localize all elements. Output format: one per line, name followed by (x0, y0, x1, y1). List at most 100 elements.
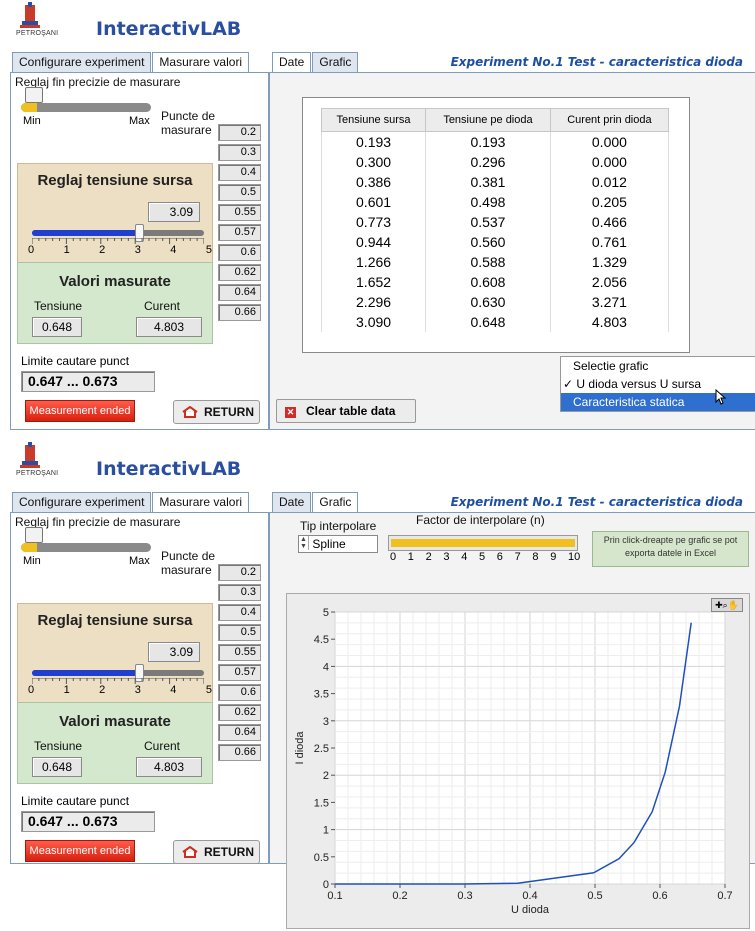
search-limits-label: Limite cautare punct (21, 794, 130, 808)
scale-label: 5 (205, 244, 212, 256)
tab-date[interactable]: Date (272, 492, 312, 512)
measure-point[interactable]: 0.5 (218, 184, 261, 201)
voltage-slider[interactable] (32, 224, 204, 242)
y-tick-label: 5 (323, 607, 329, 619)
measured-values-box: Valori masurate Tensiune Curent 0.648 4.… (17, 702, 213, 784)
voltage-value-field[interactable]: 3.09 (148, 642, 200, 662)
measured-values-title: Valori masurate (59, 273, 171, 290)
spinner-icon[interactable]: ▲ ▼ (299, 536, 309, 550)
voltage-scale-labels: 0 1 2 3 4 5 (28, 684, 212, 696)
interp-type-label: Tip interpolare (300, 519, 377, 533)
chart-frame[interactable]: ✚⌕✋ 0.1 0.2 0.3 0.4 0.5 0.6 0.7 0 0.5 1 1.5 2 2.5 3 3.… (286, 593, 750, 929)
tab-masurare-valori[interactable]: Masurare valori (152, 52, 250, 72)
chart-svg[interactable]: 0.1 0.2 0.3 0.4 0.5 0.6 0.7 0 0.5 1 1.5 2 2.5 3 3.5 4 4.… (287, 594, 747, 926)
check-icon: ✓ (563, 377, 577, 391)
interp-type-select[interactable]: ▲ ▼ Spline (298, 535, 378, 553)
return-button[interactable]: RETURN (173, 840, 260, 864)
current-label: Curent (144, 739, 181, 753)
scale-label: 1 (63, 244, 70, 256)
measure-point[interactable]: 0.66 (218, 304, 261, 321)
app-title: InteractivLAB (96, 458, 242, 480)
cell: 0.944 (320, 232, 427, 252)
measure-points-list: 0.2 0.3 0.4 0.5 0.55 0.57 0.6 0.62 0.64 … (218, 124, 261, 324)
measured-values-box: Valori masurate Tensiune Curent 0.648 4.… (17, 262, 213, 344)
return-button-label: RETURN (204, 405, 254, 419)
experiment-title: Experiment No.1 Test - caracteristica di… (450, 55, 743, 69)
voltage-readout: 0.648 (32, 317, 82, 337)
screen-table-view: PETROŞANI InteractivLAB Configurare expe… (10, 0, 755, 432)
cell: 0.588 (425, 252, 551, 272)
return-button[interactable]: RETURN (173, 400, 260, 424)
clear-table-label: Clear table data (306, 404, 396, 418)
cell: 0.608 (425, 272, 551, 292)
fine-adjust-thumb[interactable] (25, 527, 43, 543)
menu-item-selectie-grafic[interactable]: Selectie grafic (561, 357, 755, 375)
graph-tab-panel: Tip interpolare ▲ ▼ Spline Factor de inte… (269, 512, 755, 929)
measurement-ended-button[interactable]: Measurement ended (25, 400, 135, 422)
measure-point[interactable]: 0.6 (218, 244, 261, 261)
scale-label: 0 (28, 684, 35, 696)
y-tick-label: 3 (323, 716, 329, 728)
measure-point[interactable]: 0.64 (218, 284, 261, 301)
cell: 0.193 (320, 131, 427, 152)
fine-adjust-thumb[interactable] (25, 87, 43, 103)
table-row: 1.266 0.588 1.329 (320, 252, 670, 272)
table-row: 1.652 0.608 2.056 (320, 272, 670, 292)
measure-point[interactable]: 0.4 (218, 164, 261, 181)
table-row: 3.090 0.648 4.803 (320, 312, 670, 332)
tab-configurare-experiment[interactable]: Configurare experiment (12, 52, 152, 72)
measure-point[interactable]: 0.55 (218, 644, 261, 661)
cell: 1.652 (320, 272, 427, 292)
logo-text: PETROŞANI (16, 30, 59, 37)
voltage-adjust-title: Reglaj tensiune sursa (37, 612, 193, 629)
cell: 4.803 (549, 312, 670, 332)
measure-point[interactable]: 0.64 (218, 724, 261, 741)
measure-point[interactable]: 0.62 (218, 704, 261, 721)
scale-label: 1 (63, 684, 70, 696)
voltage-slider-fill (32, 670, 139, 676)
cell: 2.056 (549, 272, 670, 292)
interp-factor-tick-label: 1 (407, 551, 414, 563)
university-logo-icon (20, 2, 40, 28)
measure-point[interactable]: 0.2 (218, 564, 261, 581)
graph-tools-icon[interactable]: ✚⌕✋ (711, 598, 743, 612)
fine-adjust-slider[interactable] (21, 103, 151, 112)
interp-factor-slider[interactable] (388, 535, 578, 551)
measure-point[interactable]: 0.66 (218, 744, 261, 761)
x-tick-label: 0.6 (652, 890, 667, 902)
measure-point[interactable]: 0.5 (218, 624, 261, 641)
table-header: Curent prin dioda (549, 108, 670, 132)
cell: 0.000 (549, 131, 670, 152)
table-header: Tensiune sursa (320, 108, 427, 132)
measure-point[interactable]: 0.6 (218, 684, 261, 701)
measurement-ended-button[interactable]: Measurement ended (25, 840, 135, 862)
tab-grafic[interactable]: Grafic (312, 492, 359, 512)
tab-date[interactable]: Date (272, 52, 312, 72)
mouse-cursor-icon (715, 389, 727, 405)
voltage-value-field[interactable]: 3.09 (148, 202, 200, 222)
data-tab-panel: Tensiune sursa Tensiune pe dioda Curent … (269, 72, 755, 430)
measure-point[interactable]: 0.4 (218, 604, 261, 621)
fine-max-label: Max (129, 115, 150, 127)
voltage-scale-labels: 0 1 2 3 4 5 (28, 244, 212, 256)
tab-masurare-valori[interactable]: Masurare valori (152, 492, 250, 512)
y-tick-label: 2 (323, 770, 329, 782)
measure-point[interactable]: 0.3 (218, 144, 261, 161)
measure-point[interactable]: 0.62 (218, 264, 261, 281)
voltage-label: Tensiune (34, 299, 83, 313)
tab-configurare-experiment[interactable]: Configurare experiment (12, 492, 152, 512)
interp-factor-tick-label: 7 (514, 551, 521, 563)
fine-adjust-slider[interactable] (21, 543, 151, 552)
measure-point[interactable]: 0.57 (218, 664, 261, 681)
table-row: 0.193 0.193 0.000 (320, 131, 670, 152)
measure-point[interactable]: 0.3 (218, 584, 261, 601)
measure-point[interactable]: 0.57 (218, 224, 261, 241)
measure-point[interactable]: 0.2 (218, 124, 261, 141)
cell: 0.761 (549, 232, 670, 252)
measure-point[interactable]: 0.55 (218, 204, 261, 221)
clear-table-button[interactable]: ✕ Clear table data (276, 399, 416, 423)
cell: 0.205 (549, 192, 670, 212)
scale-label: 3 (134, 244, 141, 256)
tab-grafic[interactable]: Grafic (312, 52, 359, 72)
voltage-slider[interactable] (32, 664, 204, 682)
